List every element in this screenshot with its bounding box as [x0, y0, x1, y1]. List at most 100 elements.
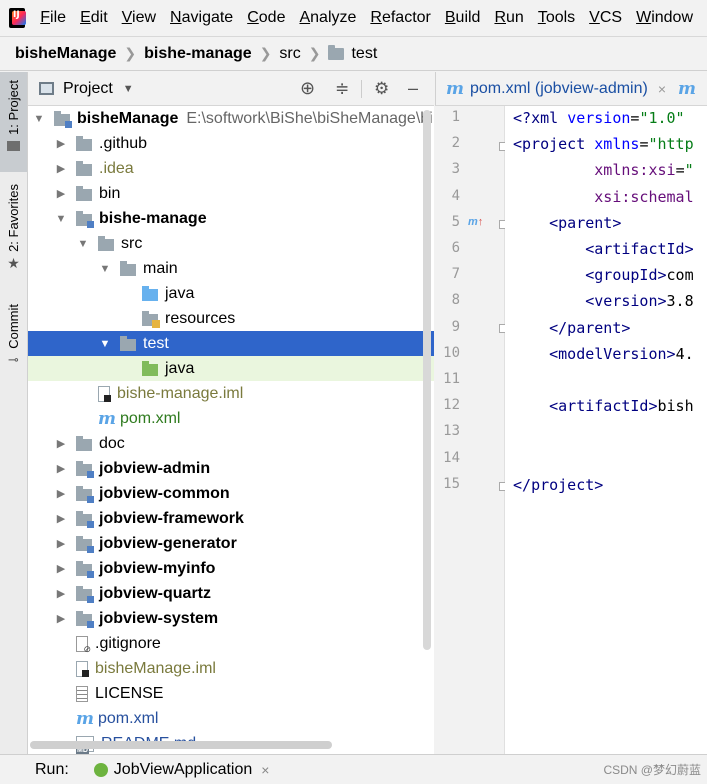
tree-row[interactable]: bishe-manage.iml	[28, 381, 434, 406]
collapse-arrow-icon[interactable]: ▶	[54, 462, 68, 475]
editor-tab-pom-jobview-admin[interactable]: m pom.xml (jobview-admin) ×	[436, 79, 666, 99]
code-token: xmlns	[594, 135, 640, 154]
collapse-arrow-icon[interactable]: ▶	[54, 487, 68, 500]
module-folder-icon	[76, 610, 94, 628]
expand-arrow-icon[interactable]: ▼	[98, 338, 112, 350]
chevron-down-icon[interactable]: ▼	[123, 83, 134, 95]
line-number: 11	[443, 371, 460, 387]
tree-row[interactable]: ▶ jobview-myinfo	[28, 556, 434, 581]
gear-icon[interactable]: ⚙	[374, 79, 389, 99]
menu-analyze[interactable]: Analyze	[299, 9, 356, 27]
tree-row[interactable]: java	[28, 356, 434, 381]
tree-row[interactable]: ▶ jobview-framework	[28, 506, 434, 531]
collapse-arrow-icon[interactable]: ▶	[54, 162, 68, 175]
collapse-arrow-icon[interactable]: ▶	[54, 612, 68, 625]
expand-arrow-icon[interactable]: ▼	[32, 113, 46, 125]
locate-file-icon[interactable]: ⊕	[300, 78, 315, 99]
expand-arrow-icon[interactable]: ▼	[54, 213, 68, 225]
code-line: </project>	[513, 476, 603, 494]
collapse-arrow-icon[interactable]: ▶	[54, 562, 68, 575]
tree-row[interactable]: .gitignore	[28, 631, 434, 656]
tree-item-label: .github	[99, 134, 148, 152]
tree-item-label: .gitignore	[95, 634, 161, 652]
tree-item-path: E:\softwork\BiShe\biSheManage\bi	[186, 109, 433, 127]
tree-row[interactable]: ▼ bishe-manage	[28, 206, 434, 231]
menu-view[interactable]: View	[122, 9, 156, 27]
favorites-tool-button[interactable]: 2: Favorites ★	[0, 184, 27, 272]
maven-icon: m	[76, 708, 94, 729]
collapse-arrow-icon[interactable]: ▶	[54, 137, 68, 150]
code-token: <artifactId>	[585, 240, 694, 258]
iml-file-icon	[76, 660, 89, 677]
collapse-all-icon[interactable]: ≑	[335, 79, 349, 99]
tree-row[interactable]: m pom.xml	[28, 406, 434, 431]
tree-row[interactable]: ▶ .github	[28, 131, 434, 156]
tree-row[interactable]: bisheManage.iml	[28, 656, 434, 681]
tree-row[interactable]: ▼ bisheManage E:\softwork\BiShe\biSheManag…	[28, 106, 434, 131]
tree-row[interactable]: LICENSE	[28, 681, 434, 706]
hide-panel-icon[interactable]: –	[408, 78, 418, 99]
tree-row[interactable]: ▶ jobview-admin	[28, 456, 434, 481]
tree-row[interactable]: ▶ bin	[28, 181, 434, 206]
breadcrumb-item-src[interactable]: src	[279, 45, 300, 63]
tree-row[interactable]: ▶ doc	[28, 431, 434, 456]
tree-row[interactable]: ▶ jobview-common	[28, 481, 434, 506]
collapse-arrow-icon[interactable]: ▶	[54, 512, 68, 525]
menu-tools[interactable]: Tools	[538, 9, 575, 27]
project-tool-button[interactable]: 1: Project	[0, 72, 27, 172]
tree-vertical-scrollbar[interactable]	[423, 110, 431, 650]
commit-tool-button[interactable]: Commit ⊸	[0, 304, 27, 368]
collapse-arrow-icon[interactable]: ▶	[54, 437, 68, 450]
code-token: project	[531, 475, 595, 494]
left-tool-stripe: 1: Project 2: Favorites ★ Commit ⊸	[0, 72, 28, 754]
tree-item-label: .idea	[99, 159, 134, 177]
code-line: <artifactId>bish	[513, 397, 694, 415]
menu-file[interactable]: File	[40, 9, 66, 27]
menu-vcs[interactable]: VCS	[589, 9, 622, 27]
line-number: 12	[443, 397, 460, 414]
code-line: <version>3.8	[513, 292, 693, 310]
tree-row[interactable]: ▼ test	[28, 331, 434, 356]
line-number: 9	[451, 318, 460, 335]
tree-row[interactable]: m pom.xml	[28, 706, 434, 731]
tree-row[interactable]: resources	[28, 306, 434, 331]
project-view-selector[interactable]: Project	[63, 80, 113, 98]
menu-refactor[interactable]: Refactor	[370, 9, 430, 27]
folder-icon	[76, 160, 92, 176]
tree-row[interactable]: ▼ main	[28, 256, 434, 281]
breadcrumb-item-project[interactable]: bisheManage	[15, 45, 116, 63]
menu-window[interactable]: Window	[636, 9, 693, 27]
tree-item-label: jobview-generator	[99, 534, 237, 552]
expand-arrow-icon[interactable]: ▼	[98, 263, 112, 275]
close-icon[interactable]: ×	[261, 762, 269, 778]
tree-row[interactable]: java	[28, 281, 434, 306]
code-token: "	[684, 161, 694, 180]
project-panel-header: Project ▼ ⊕ ≑ ⚙ –	[28, 72, 434, 106]
collapse-arrow-icon[interactable]: ▶	[54, 537, 68, 550]
code-line: xmlns:xsi="	[513, 161, 694, 180]
collapse-arrow-icon[interactable]: ▶	[54, 187, 68, 200]
tree-row[interactable]: ▶ jobview-generator	[28, 531, 434, 556]
tree-horizontal-scrollbar[interactable]	[30, 741, 332, 749]
breadcrumb-item-test[interactable]: test	[351, 45, 377, 63]
collapse-arrow-icon[interactable]: ▶	[54, 587, 68, 600]
code-token: bish	[657, 397, 694, 416]
module-folder-icon	[76, 535, 94, 553]
menu-code[interactable]: Code	[247, 9, 285, 27]
menu-edit[interactable]: Edit	[80, 9, 108, 27]
tree-row[interactable]: ▶ jobview-system	[28, 606, 434, 631]
maven-parent-marker-icon[interactable]: m↑	[468, 216, 483, 228]
run-config-tab[interactable]: JobViewApplication ×	[93, 761, 269, 779]
tree-row[interactable]: ▶ jobview-quartz	[28, 581, 434, 606]
expand-arrow-icon[interactable]: ▼	[76, 238, 90, 250]
menu-navigate[interactable]: Navigate	[170, 9, 233, 27]
breadcrumb-item-module[interactable]: bishe-manage	[144, 45, 252, 63]
tree-row[interactable]: ▶ .idea	[28, 156, 434, 181]
menu-run[interactable]: Run	[494, 9, 523, 27]
close-icon[interactable]: ×	[658, 81, 666, 97]
code-editor[interactable]: <?xml version="1.0" <project xmlns="http …	[505, 106, 707, 754]
menu-build[interactable]: Build	[445, 9, 481, 27]
code-token: =	[675, 161, 685, 180]
folder-icon	[76, 185, 92, 201]
tree-row[interactable]: ▼ src	[28, 231, 434, 256]
